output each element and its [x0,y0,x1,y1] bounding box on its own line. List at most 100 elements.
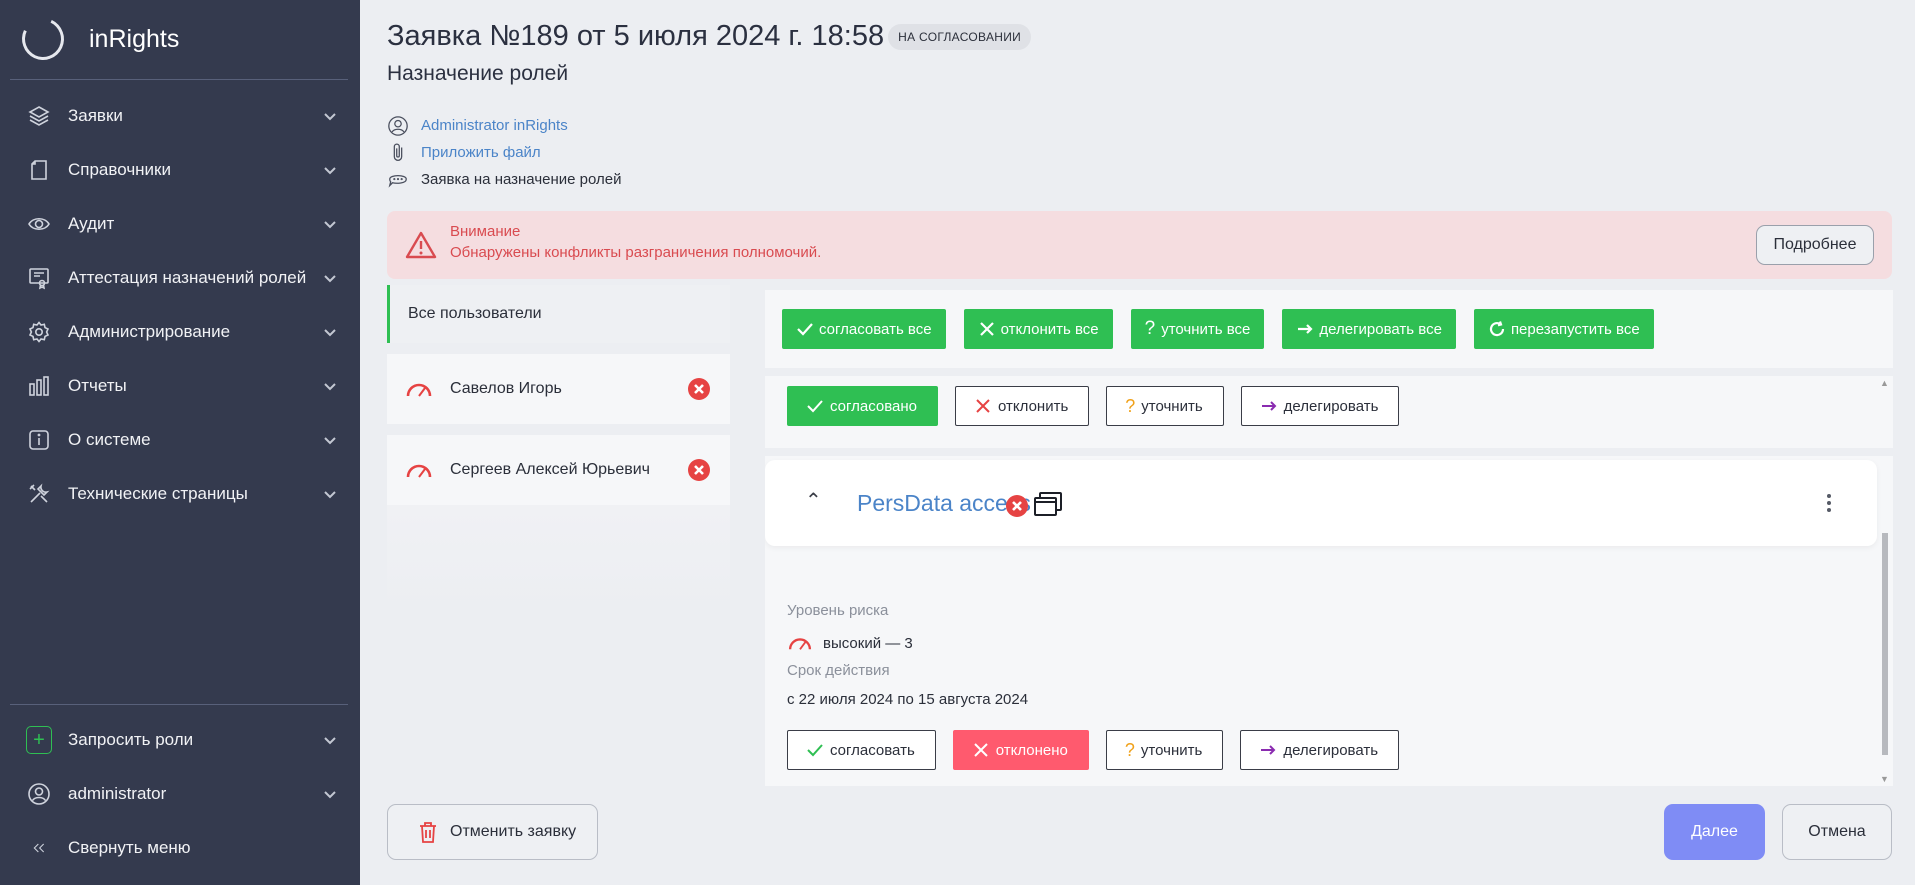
cancel-button[interactable]: Отмена [1782,804,1892,860]
delegate-button[interactable]: делегировать [1240,730,1400,770]
folders-icon[interactable] [1033,491,1063,517]
sidebar-item-about[interactable]: О системе [0,413,360,467]
card1-actions: согласовано отклонить ? уточнить делегир… [787,386,1416,426]
check-icon [797,323,813,336]
reject-all-label: отклонить все [1000,320,1099,338]
refresh-icon [1489,321,1505,337]
sidebar: inRights Заявки Справочники Аудит Аттест… [0,0,360,885]
roles-scroll-panel[interactable]: согласовано отклонить ? уточнить делегир… [765,376,1893,786]
delegate-label: делегировать [1283,741,1379,759]
approved-button[interactable]: согласовано [787,386,939,426]
trash-icon [420,822,436,843]
sidebar-item-administration[interactable]: Администрирование [0,305,360,359]
reject-button[interactable]: отклонить [955,386,1090,426]
request-roles-button[interactable]: + Запросить роли [0,713,360,767]
eye-icon [26,211,52,237]
user-list-item[interactable]: Сергеев Алексей Юрьевич [387,435,730,505]
restart-all-label: перезапустить все [1510,320,1640,338]
validity-label: Срок действия [787,662,890,679]
sidebar-item-label: Справочники [68,160,171,179]
request-roles-label: Запросить роли [68,730,194,749]
chevron-down-icon [310,216,350,232]
role-card-header: ⌃ PersData access [765,460,1877,546]
app-logo[interactable]: inRights [16,12,179,66]
reject-all-button[interactable]: отклонить все [963,309,1113,349]
sidebar-item-requests[interactable]: Заявки [0,89,360,143]
user-name: Савелов Игорь [450,380,562,397]
approve-label: согласовать [830,741,915,759]
card2-actions: согласовать отклонено ? уточнить делегир… [787,730,1416,770]
scroll-up-icon[interactable]: ▲ [1880,378,1889,388]
sidebar-item-certification[interactable]: Аттестация назначений ролей [0,251,360,305]
close-icon [972,741,990,759]
title-row: Заявка №189 от 5 июля 2024 г. 18:58 НА С… [387,20,1032,53]
conflict-x-icon [688,378,710,400]
sidebar-item-reports[interactable]: Отчеты [0,359,360,413]
clarify-all-button[interactable]: ? уточнить все [1130,309,1265,349]
plus-icon: + [26,726,52,754]
chevron-up-icon[interactable]: ⌃ [805,488,822,513]
close-icon [974,397,992,415]
logo-icon [16,12,70,66]
book-icon [26,157,52,183]
clarify-button[interactable]: ? уточнить [1105,730,1224,770]
sidebar-item-label: О системе [68,430,151,449]
clarify-all-label: уточнить все [1161,320,1251,338]
rejected-button[interactable]: отклонено [952,730,1089,770]
restart-all-button[interactable]: перезапустить все [1473,309,1654,349]
panel-scrollbar[interactable]: ▲ ▼ [1878,376,1890,786]
delegate-button[interactable]: делегировать [1240,386,1400,426]
conflict-x-icon [688,459,710,481]
all-users-item[interactable]: Все пользователи [387,285,730,343]
attach-file-link[interactable]: Приложить файл [421,144,541,161]
sidebar-divider [10,79,348,80]
user-list-item[interactable]: Савелов Игорь [387,354,730,424]
alert-text: Обнаружены конфликты разграничения полно… [450,244,822,261]
scroll-thumb[interactable] [1882,533,1888,755]
next-button[interactable]: Далее [1664,804,1765,860]
sidebar-item-tech-pages[interactable]: Технические страницы [0,467,360,521]
author-link[interactable]: Administrator inRights [421,117,568,134]
more-vertical-icon[interactable] [1827,494,1831,512]
scroll-down-icon[interactable]: ▼ [1880,774,1889,784]
clarify-label: уточнить [1141,397,1203,415]
risk-gauge-icon [406,383,432,397]
sidebar-item-directories[interactable]: Справочники [0,143,360,197]
paperclip-icon [393,142,403,161]
details-button[interactable]: Подробнее [1756,225,1874,265]
collapse-menu-label: Свернуть меню [68,838,191,857]
status-badge: НА СОГЛАСОВАНИИ [888,23,1032,50]
approved-label: согласовано [830,397,918,415]
sidebar-divider [10,704,348,705]
approve-all-button[interactable]: согласовать все [782,309,946,349]
chevron-down-icon [310,270,350,286]
approve-button[interactable]: согласовать [787,730,936,770]
clarify-button[interactable]: ? уточнить [1106,386,1224,426]
approve-all-label: согласовать все [819,320,932,338]
tools-icon [26,481,52,507]
card-separator [765,448,1893,456]
risk-level-label: Уровень риска [787,602,889,619]
bulk-actions-toolbar: согласовать все отклонить все ? уточнить… [765,290,1893,368]
warning-icon [405,231,437,259]
user-menu[interactable]: administrator [0,767,360,821]
risk-gauge-icon [406,464,432,478]
users-list: Все пользователи Савелов Игорь Сергеев А… [387,285,730,615]
cancel-request-button[interactable]: Отменить заявку [387,804,598,860]
chevron-down-icon [310,378,350,394]
layers-icon [26,103,52,129]
risk-gauge-icon [788,638,812,650]
collapse-menu-button[interactable]: Свернуть меню [0,821,360,875]
conflict-x-icon [1006,495,1028,517]
delegate-all-button[interactable]: делегировать все [1282,309,1456,349]
sidebar-item-audit[interactable]: Аудит [0,197,360,251]
role-name-link[interactable]: PersData access [857,490,1031,517]
gear-icon [26,319,52,345]
request-comment: Заявка на назначение ролей [421,171,622,188]
info-icon [26,427,52,453]
sidebar-item-label: Отчеты [68,376,127,395]
user-name: Сергеев Алексей Юрьевич [450,461,651,478]
author-row: Administrator inRights [387,112,621,139]
chevron-down-icon [310,162,350,178]
sidebar-item-label: Технические страницы [68,484,248,503]
